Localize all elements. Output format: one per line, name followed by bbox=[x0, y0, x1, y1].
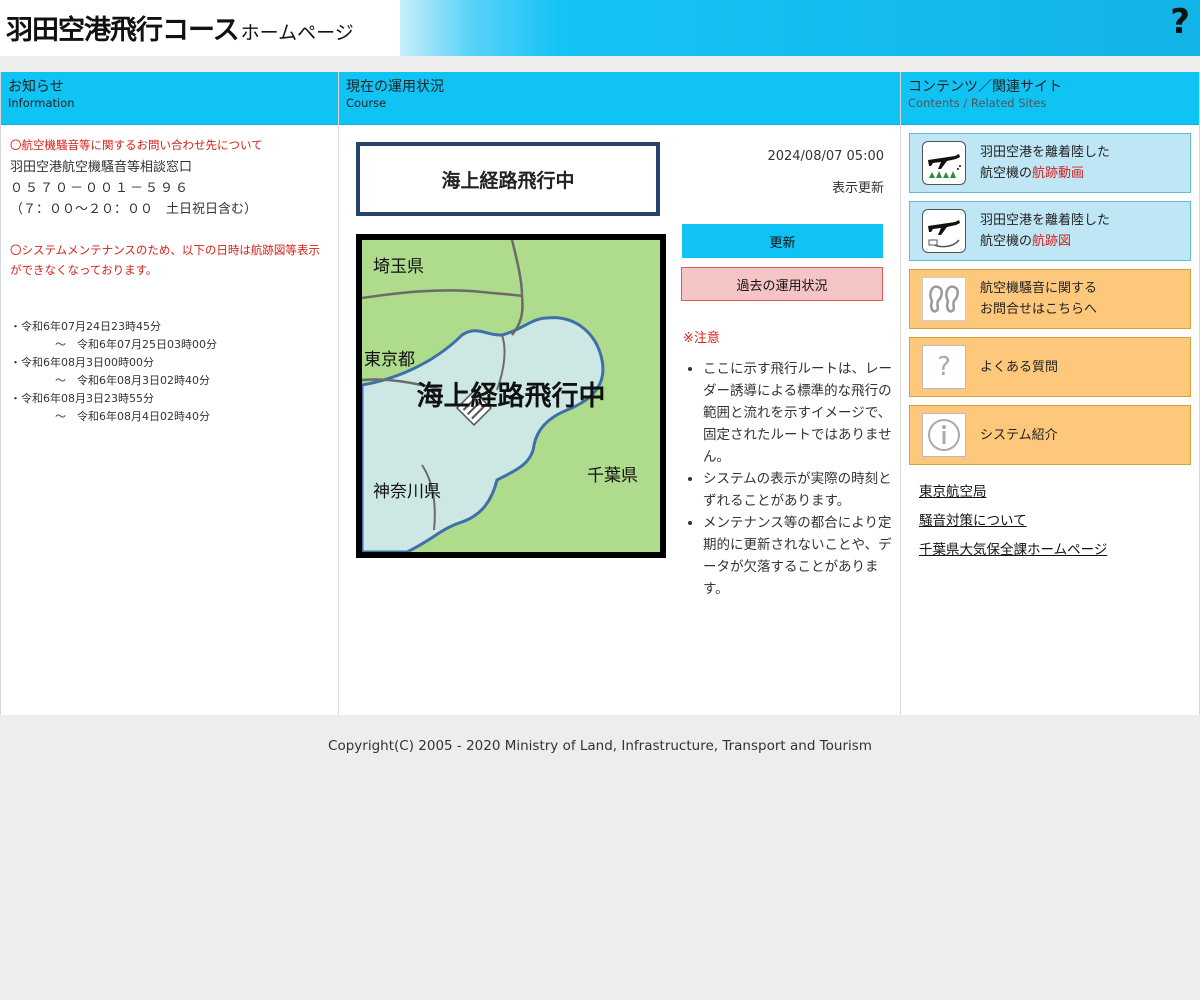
maintenance-date-from: ・令和6年08月3日00時00分 bbox=[10, 356, 154, 369]
course-heading-en: Course bbox=[346, 96, 387, 110]
site-title-main: 羽田空港飛行コース bbox=[6, 15, 240, 46]
site-title-sub: ホームページ bbox=[240, 22, 354, 44]
info-body: 〇航空機騒音等に関するお問い合わせ先について 羽田空港航空機騒音等相談窓口 ０５… bbox=[1, 125, 338, 438]
link-noise-measures[interactable]: 騒音対策について bbox=[919, 507, 1107, 536]
link-chiba-air-quality[interactable]: 千葉県大気保全課ホームページ bbox=[919, 536, 1107, 565]
help-icon[interactable]: ? bbox=[1170, 2, 1190, 42]
update-button[interactable]: 更新 bbox=[682, 224, 883, 258]
notice-item: システムの表示が実際の時刻とずれることがあります。 bbox=[703, 468, 903, 512]
maintenance-date-from: ・令和6年08月3日23時55分 bbox=[10, 392, 154, 405]
flight-track-map-link[interactable]: 羽田空港を離着陸した 航空機の航跡図 bbox=[909, 201, 1191, 261]
link-tokyo-aviation-bureau[interactable]: 東京航空局 bbox=[919, 478, 1107, 507]
tile-line-prefix: 航空機の bbox=[980, 234, 1033, 249]
map-label-tokyo: 東京都 bbox=[364, 350, 415, 370]
system-intro-link[interactable]: システム紹介 bbox=[909, 405, 1191, 465]
maintenance-dates: ・令和6年07月24日23時45分 ～ 令和6年07月25日03時00分 ・令和… bbox=[10, 318, 329, 426]
course-panel-header: 現在の運用状況 Course bbox=[339, 72, 900, 125]
flight-course-map[interactable]: 埼玉県 東京都 神奈川県 千葉県 海上経路飛行中 bbox=[356, 234, 666, 558]
ear-icon bbox=[922, 277, 966, 321]
tile-line: 羽田空港を離着陸した bbox=[980, 145, 1111, 160]
tile-line-highlight: 航跡図 bbox=[1032, 234, 1072, 249]
info-heading-en: Information bbox=[8, 96, 75, 110]
related-sites-list: 東京航空局 騒音対策について 千葉県大気保全課ホームページ bbox=[919, 478, 1107, 565]
prefecture-border-saitama-tokyo bbox=[510, 240, 524, 336]
site-title[interactable]: 羽田空港飛行コース ホームページ bbox=[6, 8, 354, 47]
tile-text: 羽田空港を離着陸した 航空機の航跡図 bbox=[980, 210, 1110, 252]
notice-item: メンテナンス等の都合により定期的に更新されないことや、データが欠落することがあり… bbox=[703, 512, 903, 600]
header-bar: 羽田空港飛行コース ホームページ ? bbox=[0, 0, 1200, 56]
faq-link[interactable]: ? よくある質問 bbox=[909, 337, 1191, 397]
notice-title: ※注意 bbox=[683, 331, 720, 346]
notice-item: ここに示す飛行ルートは、レーダー誘導による標準的な飛行の範囲と流れを示すイメージ… bbox=[703, 358, 903, 468]
map-label-kanagawa: 神奈川県 bbox=[373, 482, 441, 502]
course-heading: 現在の運用状況 bbox=[346, 79, 444, 95]
map-label-saitama: 埼玉県 bbox=[373, 257, 424, 277]
info-panel-header: お知らせ Information bbox=[1, 72, 338, 125]
course-panel: 現在の運用状況 Course 海上経路飛行中 埼玉県 東京都 神奈川県 千葉県 … bbox=[338, 72, 901, 715]
contents-heading: コンテンツ／関連サイト bbox=[908, 79, 1062, 95]
contact-name: 羽田空港航空機騒音等相談窓口 bbox=[10, 160, 193, 175]
noise-inquiry-link[interactable]: 航空機騒音に関する お問合せはこちらへ bbox=[909, 269, 1191, 329]
maintenance-date-to: ～ 令和6年08月4日02時40分 bbox=[55, 410, 210, 423]
maintenance-date-to: ～ 令和6年08月3日02時40分 bbox=[55, 374, 210, 387]
operation-status-box: 海上経路飛行中 bbox=[356, 142, 660, 216]
question-icon: ? bbox=[922, 345, 966, 389]
map-status-overlay: 海上経路飛行中 bbox=[416, 381, 606, 412]
tile-line: 航空機の航跡動画 bbox=[980, 163, 1110, 184]
tile-line: 羽田空港を離着陸した bbox=[980, 213, 1111, 228]
maintenance-date-from: ・令和6年07月24日23時45分 bbox=[10, 320, 161, 333]
tile-text: 航空機騒音に関する お問合せはこちらへ bbox=[980, 278, 1097, 320]
past-status-button[interactable]: 過去の運用状況 bbox=[681, 267, 883, 301]
display-refresh-label: 表示更新 bbox=[831, 181, 884, 196]
info-heading: お知らせ bbox=[8, 79, 64, 95]
tile-text: システム紹介 bbox=[980, 427, 1058, 443]
tile-line: 航空機の航跡図 bbox=[980, 231, 1110, 252]
airplane-video-icon bbox=[922, 141, 966, 185]
contact-notice: 〇航空機騒音等に関するお問い合わせ先について bbox=[10, 138, 263, 152]
airplane-track-icon bbox=[922, 209, 966, 253]
tile-line: 航空機騒音に関する bbox=[980, 281, 1098, 296]
info-panel: お知らせ Information 〇航空機騒音等に関するお問い合わせ先について … bbox=[0, 72, 339, 715]
info-icon bbox=[922, 413, 966, 457]
tile-text: 羽田空港を離着陸した 航空機の航跡動画 bbox=[980, 142, 1110, 184]
contents-panel: コンテンツ／関連サイト Contents / Related Sites 羽田空… bbox=[900, 72, 1200, 715]
maintenance-date-to: ～ 令和6年07月25日03時00分 bbox=[55, 338, 217, 351]
map-label-chiba: 千葉県 bbox=[587, 466, 638, 486]
update-datetime: 2024/08/07 05:00 bbox=[767, 149, 884, 164]
tile-line: お問合せはこちらへ bbox=[980, 302, 1098, 317]
contact-phone: ０５７０－００１－５９６ bbox=[10, 181, 191, 196]
contents-heading-en: Contents / Related Sites bbox=[908, 96, 1047, 110]
copyright-footer: Copyright(C) 2005 - 2020 Ministry of Lan… bbox=[328, 738, 872, 754]
notice-list: ここに示す飛行ルートは、レーダー誘導による標準的な飛行の範囲と流れを示すイメージ… bbox=[683, 358, 903, 600]
tile-line-prefix: 航空機の bbox=[980, 166, 1033, 181]
contact-hours: （７：００～２０：００ 土日祝日含む） bbox=[10, 202, 258, 217]
tile-text: よくある質問 bbox=[980, 359, 1059, 375]
maintenance-notice: 〇システムメンテナンスのため、以下の日時は航跡図等表示ができなくなっております。 bbox=[10, 243, 320, 277]
contents-panel-header: コンテンツ／関連サイト Contents / Related Sites bbox=[901, 72, 1199, 125]
flight-track-video-link[interactable]: 羽田空港を離着陸した 航空機の航跡動画 bbox=[909, 133, 1191, 193]
prefecture-border-north bbox=[362, 289, 523, 300]
tile-line-highlight: 航跡動画 bbox=[1032, 166, 1085, 181]
